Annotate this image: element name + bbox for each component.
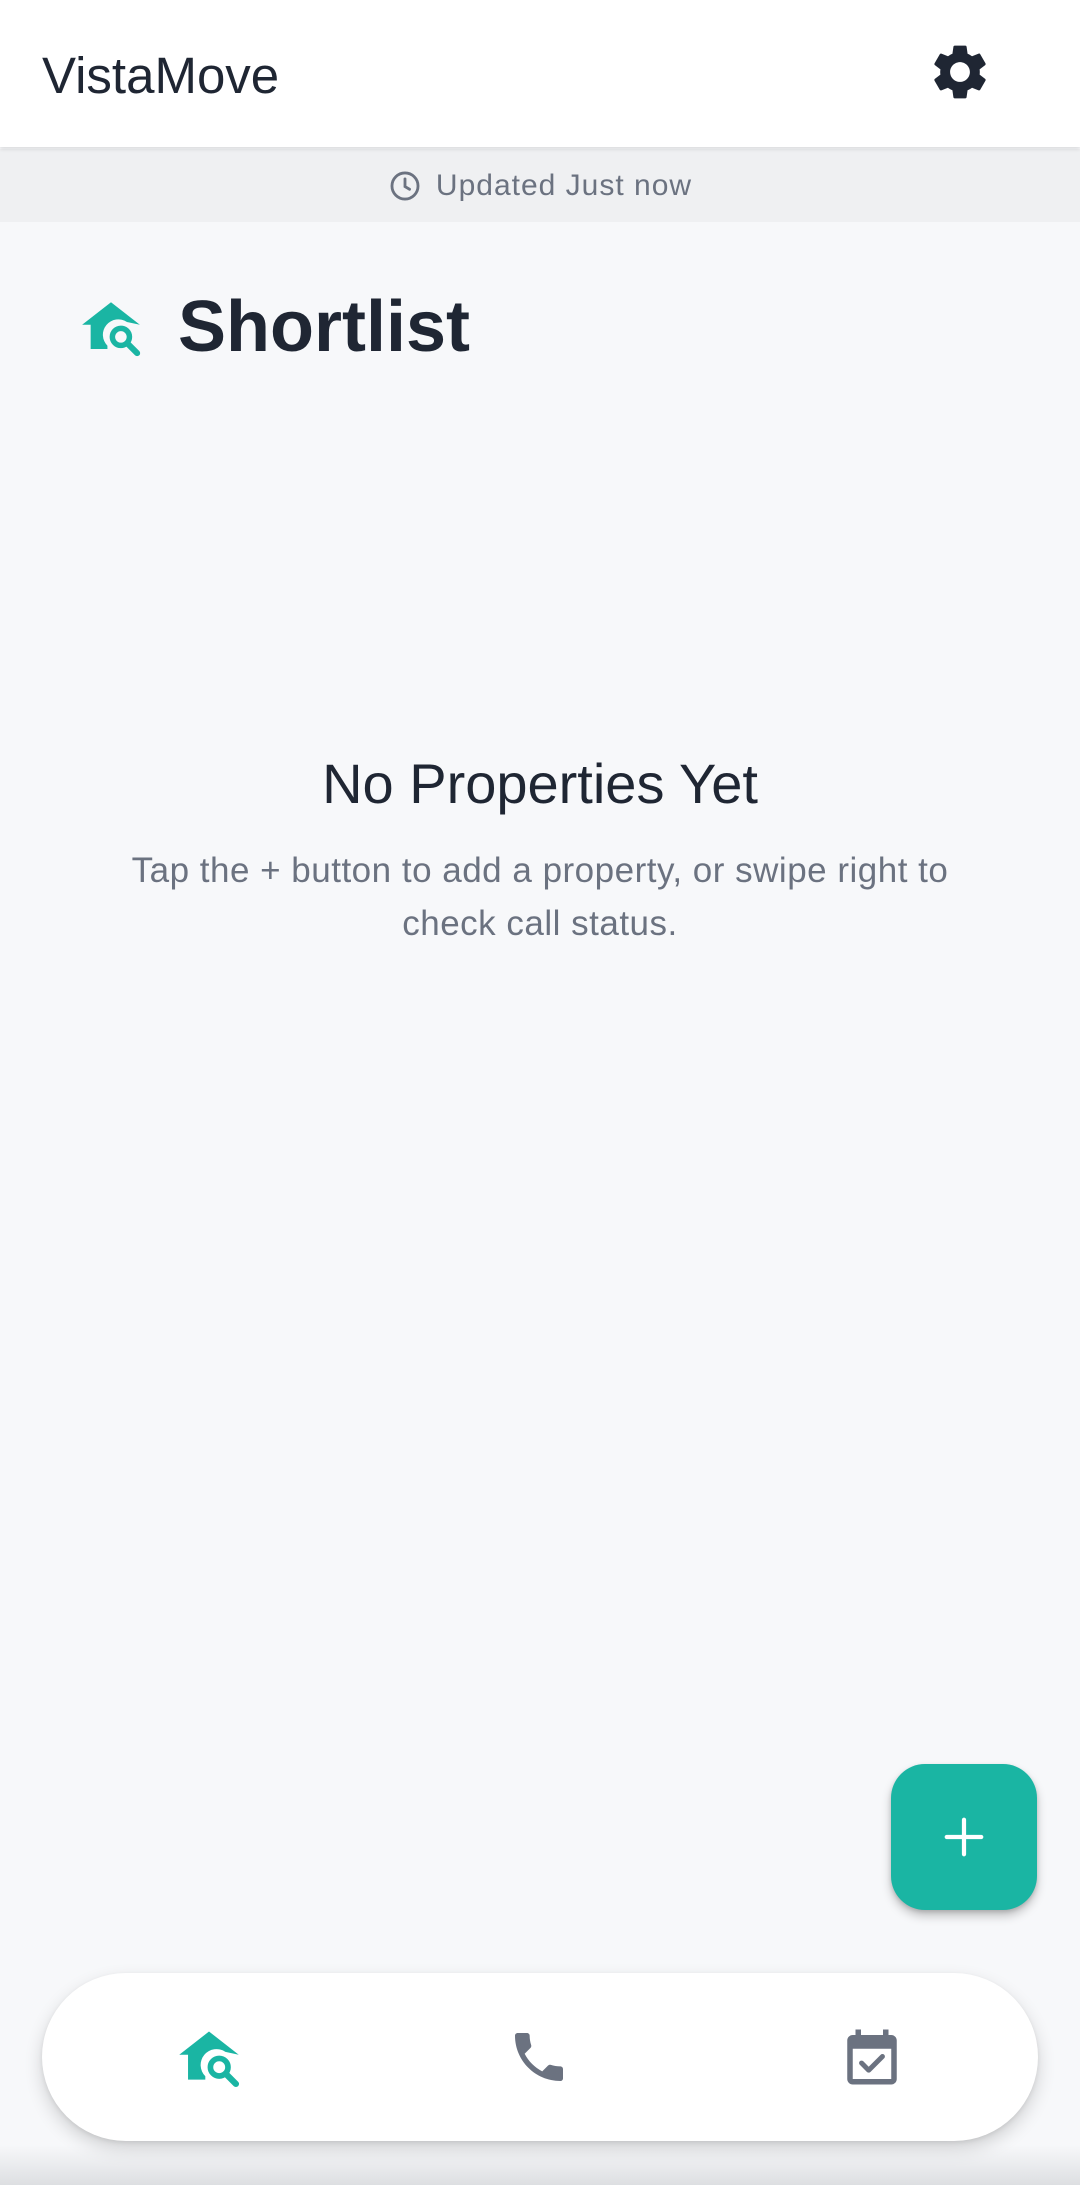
last-updated-bar: Updated Just now — [0, 149, 1080, 222]
settings-button[interactable] — [922, 34, 998, 110]
app-title: VistaMove — [42, 47, 280, 104]
home-search-icon — [179, 2031, 240, 2088]
empty-state: No Properties Yet Tap the + button to ad… — [0, 748, 1080, 950]
system-nav-gradient — [0, 2145, 1080, 2185]
bottom-navigation — [42, 1973, 1038, 2141]
plus-icon — [944, 1817, 984, 1857]
page-heading: Shortlist — [78, 282, 470, 372]
nav-item-calls[interactable] — [479, 1997, 599, 2117]
updated-text: Updated Just now — [435, 168, 693, 202]
calendar-check-icon — [847, 2029, 897, 2085]
empty-state-title: No Properties Yet — [322, 752, 758, 815]
empty-state-description: Tap the + button to add a property, or s… — [131, 851, 949, 943]
nav-item-tasks[interactable] — [812, 1997, 932, 2117]
clock-icon — [390, 171, 420, 200]
gear-icon — [934, 45, 986, 99]
home-search-icon — [82, 302, 141, 357]
add-property-button[interactable] — [891, 1764, 1037, 1910]
phone-icon — [515, 2033, 563, 2081]
app-screen: VistaMove Updated Just now Shortlist No … — [0, 0, 1080, 2185]
nav-item-shortlist[interactable] — [149, 1997, 269, 2117]
page-title: Shortlist — [178, 287, 471, 367]
top-app-bar: VistaMove — [0, 0, 1080, 147]
